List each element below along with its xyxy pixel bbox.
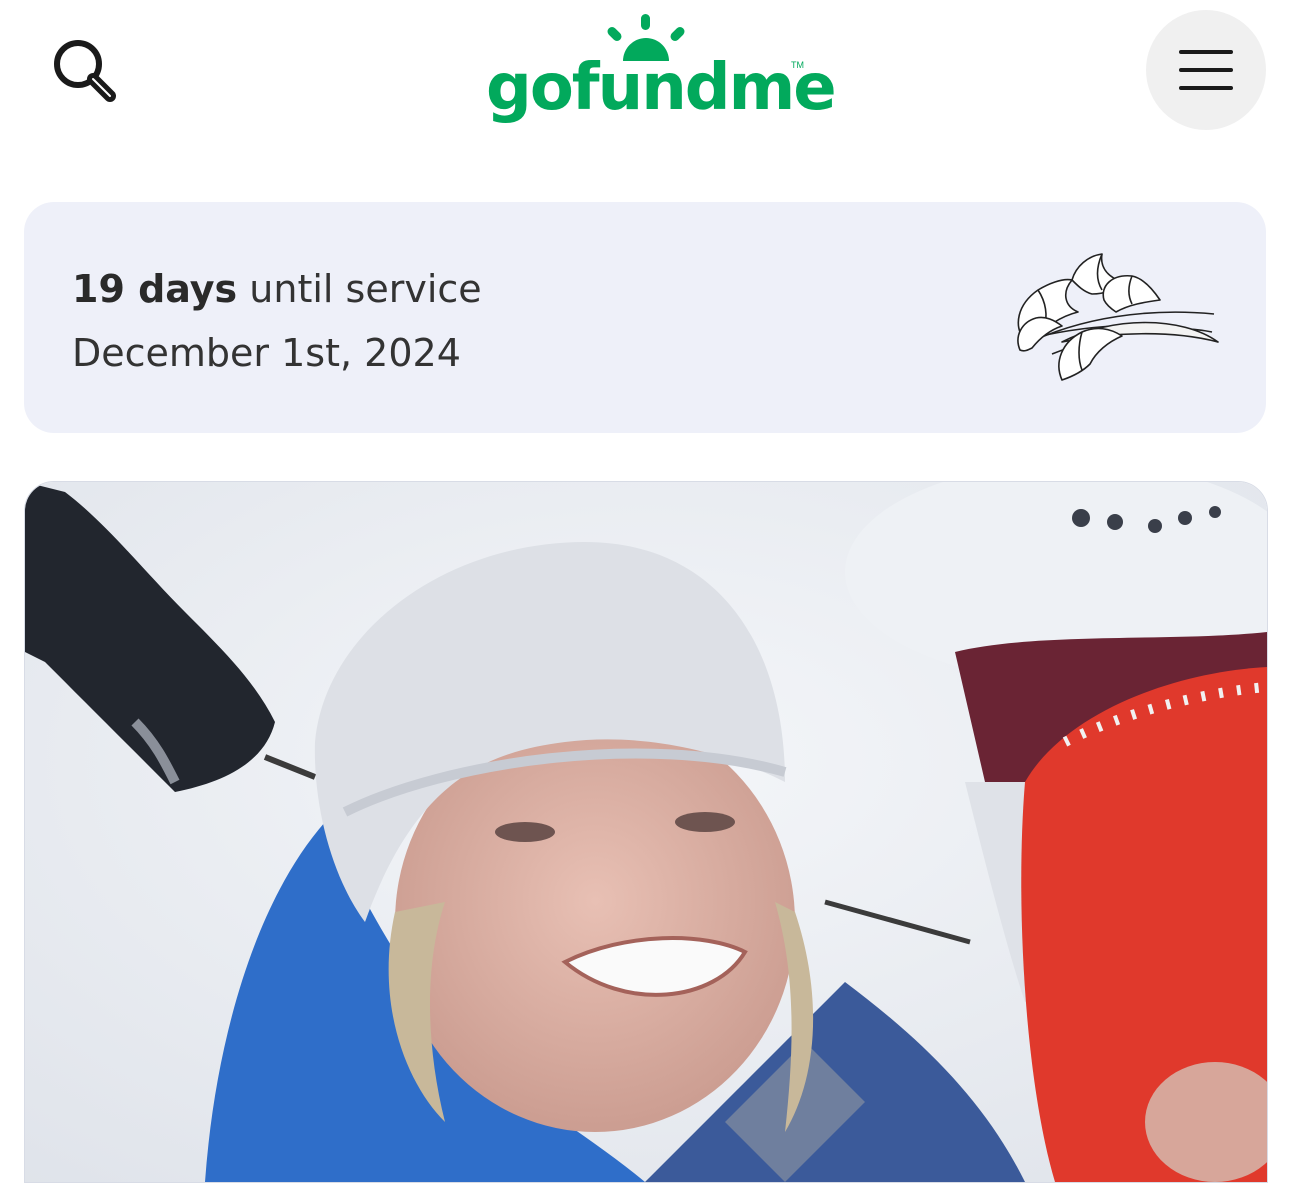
campaign-photo[interactable]	[24, 481, 1268, 1183]
logo-trademark: TM	[791, 60, 804, 70]
photo-illustration	[25, 482, 1267, 1182]
calla-lily-illustration	[1017, 253, 1219, 381]
service-countdown-card: 19 days until service December 1st, 2024	[24, 202, 1266, 433]
service-countdown: 19 days until service	[72, 264, 482, 314]
service-date: December 1st, 2024	[72, 331, 461, 375]
days-count: 19 days	[72, 267, 238, 311]
search-icon	[54, 40, 116, 102]
top-nav: gofundme TM	[0, 0, 1290, 150]
hamburger-menu-icon	[1179, 50, 1233, 90]
search-button[interactable]	[44, 30, 124, 110]
until-service-text: until service	[249, 267, 482, 311]
gofundme-logo[interactable]: gofundme TM	[486, 14, 837, 132]
menu-button[interactable]	[1146, 10, 1266, 130]
logo-wordmark: gofundme	[486, 51, 837, 125]
